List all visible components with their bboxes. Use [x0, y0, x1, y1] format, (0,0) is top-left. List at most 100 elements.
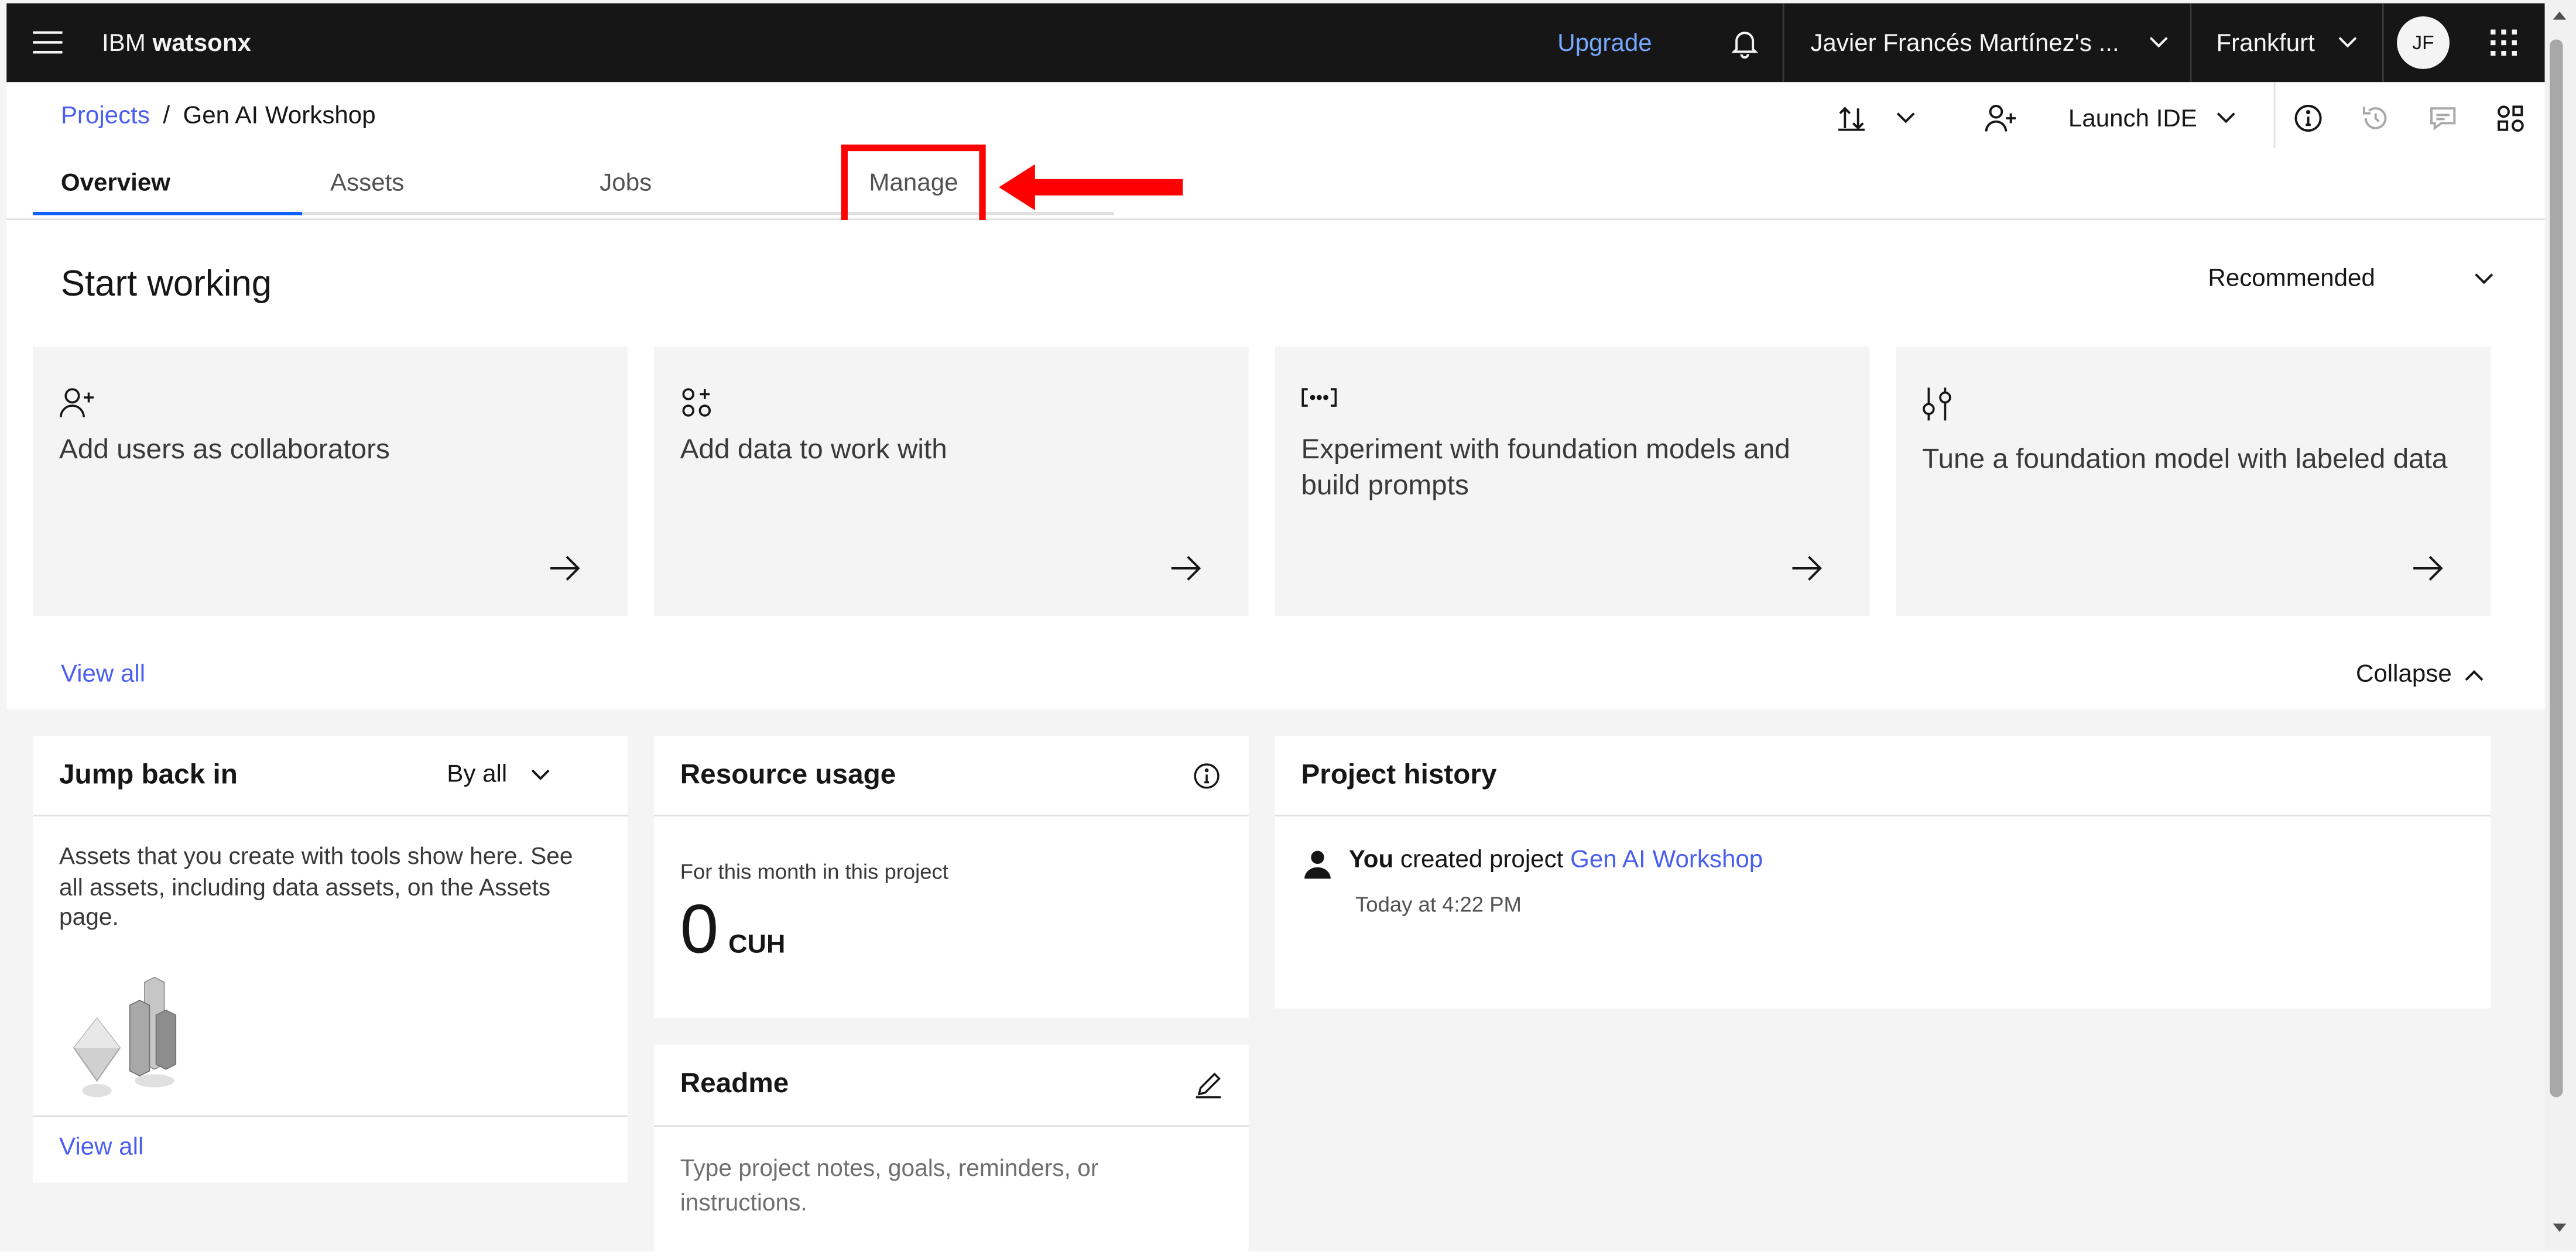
- tab-overview[interactable]: Overview: [33, 153, 303, 215]
- empty-state-illustration: [73, 976, 177, 1097]
- arrow-right-icon: [549, 555, 581, 589]
- divider: [653, 814, 1249, 817]
- scroll-down-icon[interactable]: [2551, 1222, 2568, 1235]
- account-switcher[interactable]: Javier Francés Martínez's ...: [1810, 4, 2169, 83]
- launch-ide-label: Launch IDE: [2068, 104, 2197, 132]
- breadcrumb-current: Gen AI Workshop: [183, 101, 376, 130]
- breadcrumb-separator: /: [163, 101, 170, 130]
- collapse-button[interactable]: Collapse: [2356, 660, 2485, 688]
- hamburger-menu-icon[interactable]: [33, 4, 63, 83]
- card-experiment-prompts[interactable]: Experiment with foundation models and bu…: [1275, 347, 1870, 616]
- chevron-down-icon: [2338, 37, 2357, 48]
- divider: [1275, 814, 2491, 817]
- tile-title: Project history: [1301, 759, 1497, 790]
- card-tune-model[interactable]: Tune a foundation model with labeled dat…: [1896, 347, 2491, 616]
- breadcrumb: Projects / Gen AI Workshop: [61, 102, 376, 130]
- dropdown-label: By all: [447, 760, 508, 788]
- tune-icon: [1922, 386, 1952, 430]
- breadcrumb-projects-link[interactable]: Projects: [61, 102, 150, 130]
- app-window: IBM watsonx Upgrade Javier Francés Martí…: [0, 0, 2576, 1252]
- divider: [653, 1125, 1249, 1127]
- usage-unit: CUH: [728, 931, 786, 959]
- history-project-link[interactable]: Gen AI Workshop: [1570, 846, 1763, 874]
- divider: [1782, 3, 1784, 83]
- tab-jobs[interactable]: Jobs: [571, 153, 841, 215]
- start-working-section: Start working Recommended Add users as c…: [6, 220, 2545, 710]
- arrow-right-icon: [2411, 555, 2444, 589]
- history-timestamp: Today at 4:22 PM: [1355, 891, 1522, 917]
- collapse-label: Collapse: [2355, 660, 2452, 688]
- by-all-dropdown[interactable]: By all: [447, 760, 550, 788]
- upgrade-link[interactable]: Upgrade: [1557, 4, 1652, 83]
- divider: [2382, 3, 2384, 83]
- scroll-up-icon[interactable]: [2551, 8, 2568, 21]
- scrollbar-thumb[interactable]: [2550, 39, 2563, 1097]
- top-navigation-bar: IBM watsonx Upgrade Javier Francés Martí…: [6, 3, 2545, 83]
- usage-value: 0: [680, 890, 719, 968]
- chevron-up-icon: [2465, 669, 2484, 680]
- user-avatar-button[interactable]: JF: [2397, 4, 2450, 83]
- data-icon: [680, 386, 713, 427]
- card-text: Tune a foundation model with labeled dat…: [1922, 443, 2448, 475]
- history-entry: You created project Gen AI Workshop: [1349, 846, 1763, 874]
- card-text: Add users as collaborators: [59, 433, 390, 465]
- comments-icon[interactable]: [2428, 102, 2458, 135]
- info-icon[interactable]: [1193, 762, 1221, 798]
- region-switcher[interactable]: Frankfurt: [2216, 4, 2357, 83]
- avatar: JF: [2397, 16, 2450, 69]
- app-switcher-icon[interactable]: [2491, 4, 2517, 83]
- readme-tile: Readme Type project notes, goals, remind…: [653, 1044, 1249, 1252]
- view-all-link[interactable]: View all: [59, 1133, 143, 1161]
- card-text: Experiment with foundation models and bu…: [1301, 433, 1790, 501]
- add-collaborator-icon[interactable]: [1985, 102, 2017, 135]
- import-export-icon[interactable]: [1837, 102, 1866, 135]
- tile-title: Jump back in: [59, 759, 238, 790]
- card-add-collaborators[interactable]: Add users as collaborators: [33, 347, 628, 616]
- section-title: Start working: [60, 262, 272, 304]
- readme-placeholder[interactable]: Type project notes, goals, reminders, or…: [680, 1153, 1222, 1222]
- chevron-down-icon: [530, 769, 549, 780]
- info-icon[interactable]: [2293, 102, 2323, 135]
- divider: [2190, 3, 2192, 83]
- arrow-right-icon: [1791, 555, 1824, 589]
- user-icon: [1304, 849, 1331, 887]
- chevron-down-icon: [2217, 112, 2236, 124]
- usage-value-group: 0 CUH: [680, 890, 786, 969]
- vertical-scrollbar[interactable]: [2544, 0, 2576, 1252]
- brand-prefix: IBM: [101, 29, 146, 57]
- tile-title: Resource usage: [680, 759, 896, 790]
- resource-usage-tile: Resource usage For this month in this pr…: [653, 736, 1249, 1018]
- history-icon[interactable]: [2361, 102, 2390, 135]
- edit-icon[interactable]: [1194, 1071, 1222, 1107]
- divider: [2273, 82, 2276, 148]
- prompt-icon: [1301, 386, 1337, 417]
- annotation-arrow-icon: [999, 164, 1183, 211]
- history-action: created project: [1400, 846, 1564, 874]
- launch-ide-button[interactable]: Launch IDE: [2068, 102, 2236, 135]
- related-items-icon[interactable]: [2495, 102, 2525, 135]
- divider: [33, 814, 628, 817]
- empty-state-text: Assets that you create with tools show h…: [59, 844, 573, 932]
- dropdown-label: Recommended: [2208, 264, 2375, 293]
- chevron-down-icon: [2474, 272, 2493, 284]
- tab-assets[interactable]: Assets: [302, 153, 572, 215]
- region-name: Frankfurt: [2216, 29, 2315, 57]
- recommended-dropdown[interactable]: Recommended: [2208, 264, 2493, 293]
- brand-name: watsonx: [152, 29, 251, 57]
- project-history-tile: Project history You created project Gen …: [1275, 736, 2491, 1009]
- notification-bell-icon[interactable]: [1728, 4, 1761, 83]
- arrow-right-icon: [1170, 555, 1203, 589]
- divider: [33, 1115, 628, 1117]
- chevron-down-icon: [2149, 37, 2168, 48]
- chevron-down-icon[interactable]: [1896, 102, 1916, 135]
- tile-title: Readme: [680, 1067, 789, 1099]
- project-header: Projects / Gen AI Workshop Launch IDE Ov…: [6, 82, 2545, 240]
- card-text: Add data to work with: [680, 433, 947, 465]
- jump-back-in-tile: Jump back in By all Assets that you crea…: [33, 736, 628, 1183]
- account-name: Javier Francés Martínez's ...: [1810, 29, 2119, 57]
- add-user-icon: [59, 386, 95, 427]
- product-brand[interactable]: IBM watsonx: [102, 4, 251, 83]
- usage-subtitle: For this month in this project: [680, 859, 948, 884]
- card-add-data[interactable]: Add data to work with: [653, 347, 1249, 616]
- view-all-link[interactable]: View all: [61, 660, 145, 688]
